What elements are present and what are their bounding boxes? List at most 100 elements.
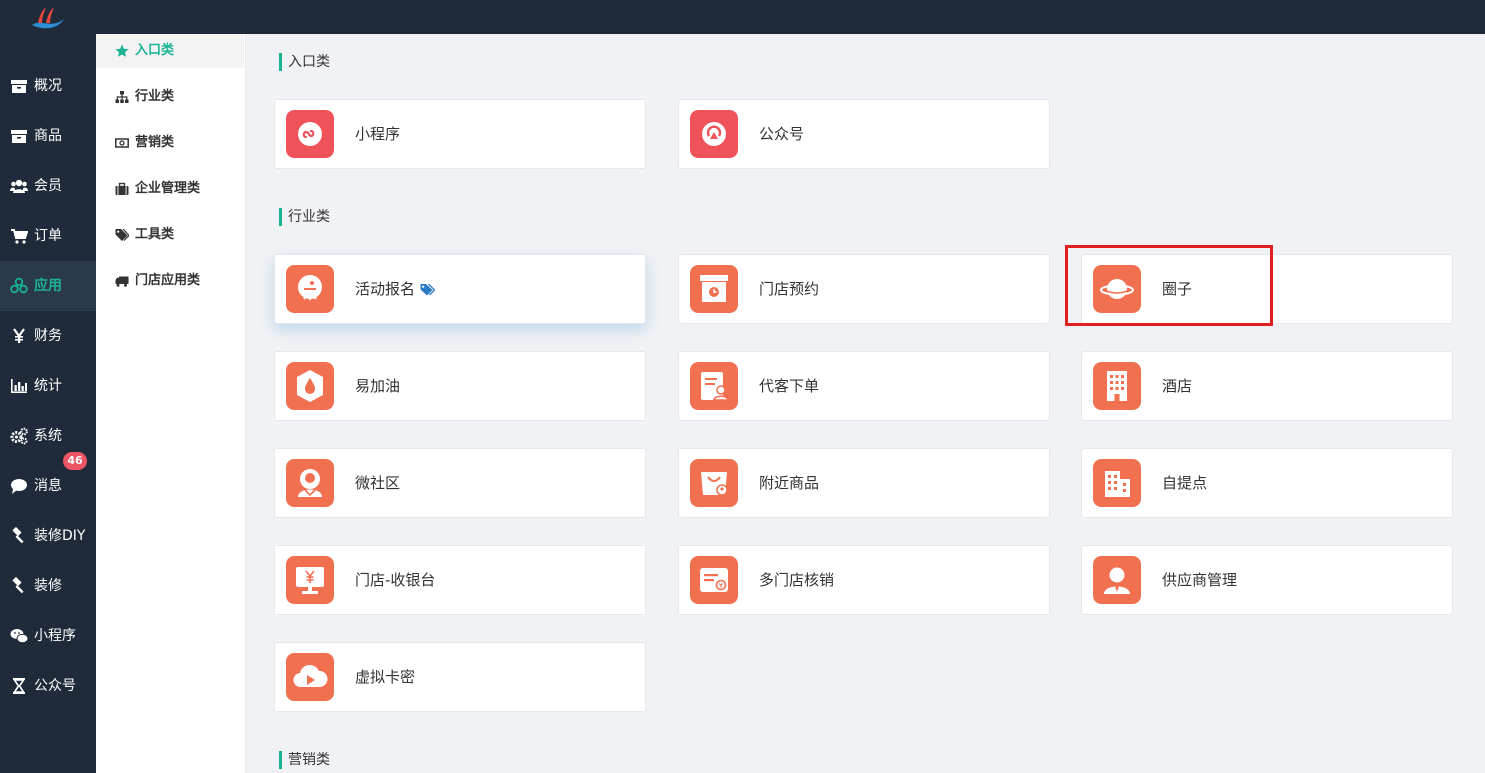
bar-chart-icon [11, 379, 27, 393]
gears-icon [10, 427, 28, 445]
category-sidebar: 入口类 行业类 营销类 企业管理类 工具类 门店应用类 [96, 34, 246, 773]
nav-item-label: 系统 [34, 428, 62, 444]
proxy-order-icon [690, 362, 738, 410]
app-card-label: 自提点 [1162, 474, 1208, 492]
app-card-mini-program[interactable]: 小程序 [274, 99, 646, 169]
brand-logo[interactable] [30, 5, 66, 31]
nav-item-overview[interactable]: 概况 [0, 61, 96, 111]
highlight-annotation-box [1065, 245, 1273, 326]
app-card-community[interactable]: 微社区 [274, 448, 646, 518]
category-label: 工具类 [135, 227, 175, 242]
hotel-icon [1093, 362, 1141, 410]
mini-program-icon [286, 110, 334, 158]
section-title-entry: 入口类 [279, 53, 330, 71]
nav-item-apps[interactable]: 应用 [0, 261, 96, 311]
gavel-icon [12, 577, 24, 594]
nav-item-members[interactable]: 会员 [0, 161, 96, 211]
archive-icon [11, 80, 27, 93]
nav-item-label: 概况 [34, 78, 62, 94]
app-card-event-signup[interactable]: 活动报名 [274, 254, 646, 324]
app-card-proxy-order[interactable]: 代客下单 [678, 351, 1050, 421]
store-booking-icon [690, 265, 738, 313]
category-label: 门店应用类 [135, 273, 201, 288]
money-icon [115, 138, 129, 148]
app-card-virtual-card[interactable]: 虚拟卡密 [274, 642, 646, 712]
nav-item-decoration-diy[interactable]: 装修DIY [0, 511, 96, 561]
pickup-building-icon [1093, 459, 1141, 507]
cart-icon [11, 229, 28, 244]
section-title-industry: 行业类 [279, 208, 330, 226]
nav-item-label: 小程序 [34, 628, 76, 644]
archive-icon [11, 130, 27, 143]
app-card-supplier-management[interactable]: 供应商管理 [1081, 545, 1453, 615]
category-enterprise[interactable]: 企业管理类 [96, 172, 244, 206]
users-icon [10, 179, 28, 193]
app-card-pickup-point[interactable]: 自提点 [1081, 448, 1453, 518]
nav-item-label: 装修DIY [34, 528, 86, 544]
community-icon [286, 459, 334, 507]
app-card-label: 活动报名 [355, 280, 436, 298]
nav-item-statistics[interactable]: 统计 [0, 361, 96, 411]
hourglass-icon [13, 678, 25, 694]
app-card-official-account[interactable]: 公众号 [678, 99, 1050, 169]
wechat-icon [10, 629, 28, 644]
app-card-label: 供应商管理 [1162, 571, 1238, 589]
top-bar [0, 0, 1485, 34]
category-store-apps[interactable]: 门店应用类 [96, 264, 244, 298]
app-card-store-cashier[interactable]: 门店-收银台 [274, 545, 646, 615]
app-card-label: 小程序 [355, 125, 401, 143]
app-card-nearby-goods[interactable]: 附近商品 [678, 448, 1050, 518]
category-marketing[interactable]: 营销类 [96, 126, 244, 160]
app-card-label: 附近商品 [759, 474, 820, 492]
unread-count-badge: 46 [63, 452, 87, 470]
app-card-label: 门店-收银台 [355, 571, 436, 589]
cashier-monitor-icon [286, 556, 334, 604]
briefcase-icon [115, 182, 129, 195]
app-card-label-text: 活动报名 [355, 280, 416, 298]
nav-item-label: 会员 [34, 178, 62, 194]
main-sidebar: 概况 商品 会员 订单 应用 财务 统计 系统 消息 46 装修DIY 装修 小… [0, 34, 96, 773]
app-card-multi-store-verify[interactable]: 多门店核销 [678, 545, 1050, 615]
app-card-hotel[interactable]: 酒店 [1081, 351, 1453, 421]
category-label: 企业管理类 [135, 181, 201, 196]
app-card-label: 公众号 [759, 125, 805, 143]
tag-icon [420, 283, 436, 295]
app-card-store-booking[interactable]: 门店预约 [678, 254, 1050, 324]
category-industry[interactable]: 行业类 [96, 80, 244, 114]
category-label: 入口类 [135, 43, 175, 58]
category-entry[interactable]: 入口类 [96, 34, 244, 68]
tags-icon [115, 228, 129, 241]
yen-icon [13, 328, 25, 343]
sitemap-icon [115, 91, 129, 103]
app-card-label: 酒店 [1162, 377, 1193, 395]
cubes-icon [10, 277, 28, 294]
star-icon [115, 44, 129, 57]
app-card-label: 多门店核销 [759, 571, 835, 589]
category-tools[interactable]: 工具类 [96, 218, 244, 252]
fuel-drop-icon [286, 362, 334, 410]
comment-icon [11, 479, 27, 494]
gavel-icon [12, 527, 24, 544]
nav-item-official-account[interactable]: 公众号 [0, 661, 96, 711]
event-signup-icon [286, 265, 334, 313]
nav-item-label: 订单 [34, 228, 62, 244]
app-card-label: 微社区 [355, 474, 401, 492]
app-card-fuel[interactable]: 易加油 [274, 351, 646, 421]
app-card-label: 易加油 [355, 377, 401, 395]
nav-item-label: 统计 [34, 378, 62, 394]
nav-item-label: 商品 [34, 128, 62, 144]
supplier-user-icon [1093, 556, 1141, 604]
category-label: 营销类 [135, 135, 175, 150]
truck-icon [115, 276, 129, 287]
nav-item-messages[interactable]: 消息 46 [0, 452, 96, 511]
nav-item-mini-program[interactable]: 小程序 [0, 611, 96, 661]
nav-item-goods[interactable]: 商品 [0, 111, 96, 161]
app-card-label: 虚拟卡密 [355, 668, 416, 686]
verify-ticket-icon [690, 556, 738, 604]
cloud-play-icon [286, 653, 334, 701]
nav-item-decoration[interactable]: 装修 [0, 561, 96, 611]
nav-item-orders[interactable]: 订单 [0, 211, 96, 261]
official-account-icon [690, 110, 738, 158]
nav-item-finance[interactable]: 财务 [0, 311, 96, 361]
app-card-label: 代客下单 [759, 377, 820, 395]
